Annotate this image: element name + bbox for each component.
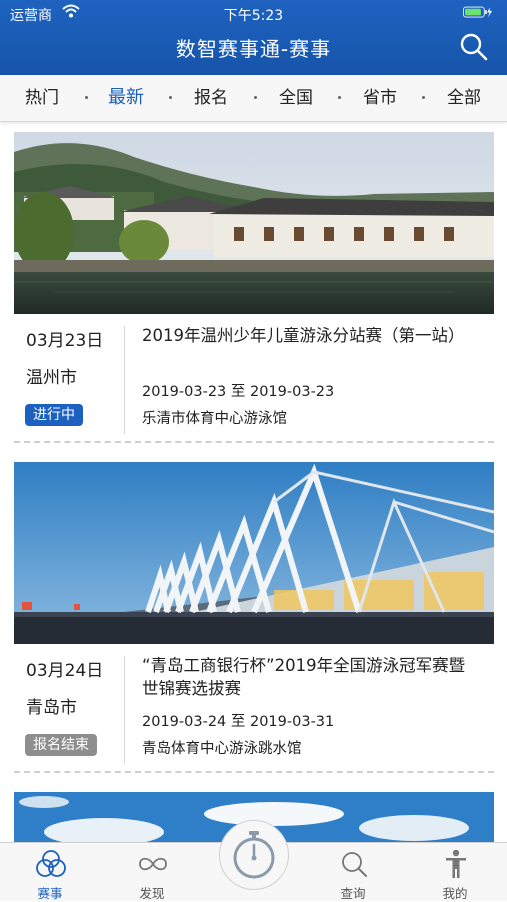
event-date: 03月23日 bbox=[26, 331, 104, 351]
page-title: 数智赛事通-赛事 bbox=[175, 37, 332, 61]
tab-signup[interactable]: 报名 bbox=[194, 75, 228, 121]
tab-divider bbox=[169, 96, 172, 99]
infinity-icon bbox=[139, 857, 167, 871]
tab-hot[interactable]: 热门 bbox=[25, 75, 59, 121]
status-bar: 运营商 下午5:23 bbox=[0, 0, 507, 26]
event-title[interactable]: 2019年温州少年儿童游泳分站赛（第一站） bbox=[142, 324, 472, 347]
event-title[interactable]: “青岛工商银行杯”2019年全国游泳冠军赛暨世锦赛选拔赛 bbox=[142, 654, 472, 700]
event-photo-village bbox=[14, 132, 494, 314]
nav-discover[interactable]: 发现 bbox=[117, 843, 187, 901]
nav-query-label: 查询 bbox=[340, 886, 366, 901]
app-header: 运营商 下午5:23 数智赛事通-赛事 bbox=[0, 0, 507, 75]
tab-divider bbox=[338, 96, 341, 99]
event-city: 温州市 bbox=[26, 368, 77, 388]
tab-province[interactable]: 省市 bbox=[363, 75, 397, 121]
nav-events-label: 赛事 bbox=[37, 886, 63, 901]
tab-all[interactable]: 全部 bbox=[447, 75, 481, 121]
nav-profile[interactable]: 我的 bbox=[420, 843, 490, 901]
nav-query[interactable]: 查询 bbox=[318, 843, 388, 901]
event-date-range: 2019-03-23 至 2019-03-23 bbox=[142, 384, 335, 400]
stopwatch-icon bbox=[233, 831, 275, 879]
nav-profile-label: 我的 bbox=[442, 886, 468, 901]
card-divider bbox=[14, 441, 494, 443]
event-date: 03月24日 bbox=[26, 661, 104, 681]
event-info: 03月23日 温州市 进行中 2019年温州少年儿童游泳分站赛（第一站） 201… bbox=[14, 314, 494, 438]
divider bbox=[124, 656, 125, 764]
card-divider bbox=[14, 771, 494, 773]
nav-events[interactable]: 赛事 bbox=[15, 843, 85, 901]
nav-stopwatch-button[interactable] bbox=[219, 820, 289, 890]
event-date-range: 2019-03-24 至 2019-03-31 bbox=[142, 714, 335, 730]
battery-icon bbox=[463, 6, 493, 18]
status-badge: 报名结束 bbox=[25, 734, 97, 756]
tab-divider bbox=[422, 96, 425, 99]
event-city: 青岛市 bbox=[26, 698, 77, 718]
tab-latest[interactable]: 最新 bbox=[108, 75, 144, 121]
nav-discover-label: 发现 bbox=[139, 886, 165, 901]
person-icon bbox=[446, 849, 466, 878]
tab-divider bbox=[85, 96, 88, 99]
event-venue: 青岛体育中心游泳跳水馆 bbox=[142, 741, 302, 757]
rings-icon bbox=[36, 850, 66, 877]
divider bbox=[124, 326, 125, 434]
event-venue: 乐清市体育中心游泳馆 bbox=[142, 411, 287, 427]
tab-divider bbox=[254, 96, 257, 99]
event-photo-stadium bbox=[14, 462, 494, 644]
category-tabs: 热门 最新 报名 全国 省市 全部 bbox=[0, 75, 507, 122]
search-icon[interactable] bbox=[459, 32, 489, 62]
search-icon bbox=[342, 852, 367, 877]
status-badge: 进行中 bbox=[25, 404, 83, 426]
tab-national[interactable]: 全国 bbox=[279, 75, 313, 121]
event-info: 03月24日 青岛市 报名结束 “青岛工商银行杯”2019年全国游泳冠军赛暨世锦… bbox=[14, 644, 494, 768]
event-card[interactable]: 03月23日 温州市 进行中 2019年温州少年儿童游泳分站赛（第一站） 201… bbox=[14, 132, 494, 438]
clock: 下午5:23 bbox=[223, 8, 284, 24]
event-card[interactable]: 03月24日 青岛市 报名结束 “青岛工商银行杯”2019年全国游泳冠军赛暨世锦… bbox=[14, 462, 494, 768]
